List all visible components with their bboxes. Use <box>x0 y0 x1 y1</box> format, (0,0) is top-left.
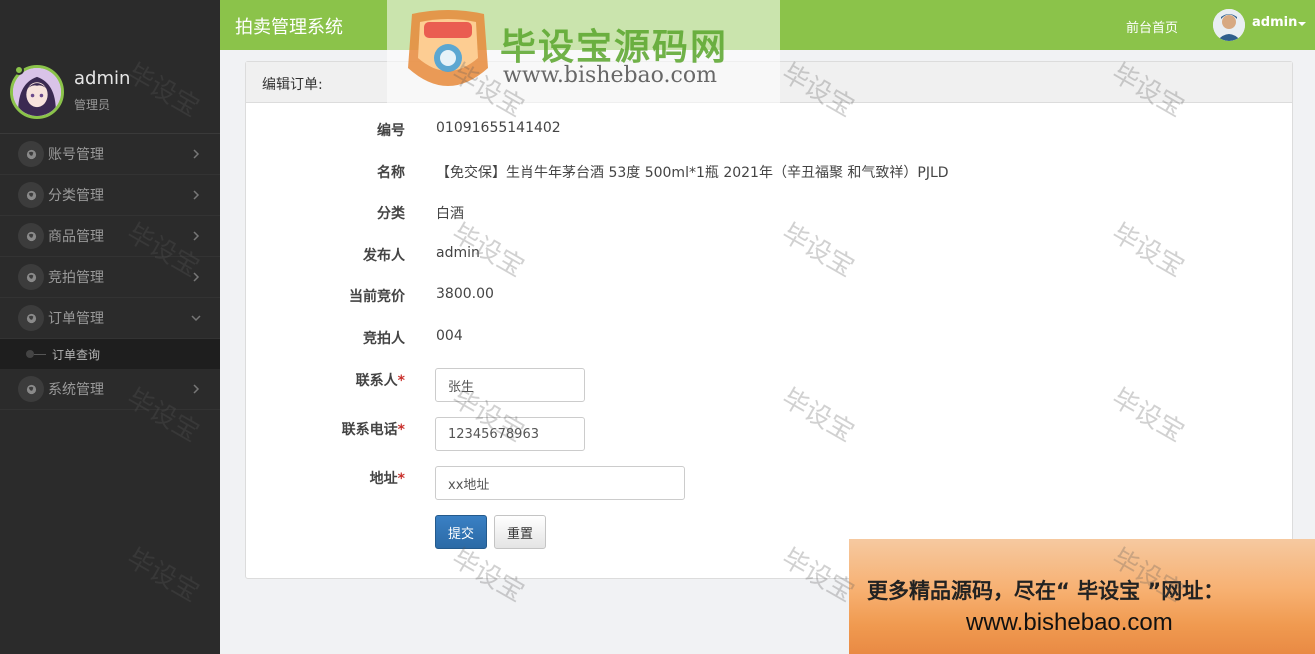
field-label-text: 联系人 <box>355 373 398 389</box>
publisher-value: admin <box>436 245 480 261</box>
sidebar-item-category[interactable]: 分类管理 <box>0 175 220 216</box>
current-price-value: 3800.00 <box>436 286 494 302</box>
product-name-value: 【免交保】生肖牛年茅台酒 53度 500ml*1瓶 2021年（辛丑福聚 和气致… <box>436 165 949 181</box>
frontend-home-link[interactable]: 前台首页 <box>1126 17 1178 36</box>
sidebar-item-label: 系统管理 <box>48 382 104 398</box>
chevron-right-icon <box>193 384 200 394</box>
chevron-down-icon <box>191 315 201 322</box>
top-user-avatar[interactable] <box>1213 9 1245 41</box>
field-label: 发布人 <box>363 248 405 264</box>
field-label: 名称 <box>377 165 405 181</box>
chevron-right-icon <box>193 272 200 282</box>
sidebar-item-system[interactable]: 系统管理 <box>0 369 220 410</box>
chevron-right-icon <box>193 231 200 241</box>
sidebar-nav: 账号管理 分类管理 商品管理 竞拍管理 订单管理 订单查询 系统管理 <box>0 134 220 410</box>
bidder-value: 004 <box>436 328 463 344</box>
globe-icon <box>18 305 44 331</box>
field-label: 联系电话* <box>342 419 405 439</box>
user-avatar-icon <box>1213 9 1245 41</box>
watermark-logo-icon <box>408 10 488 86</box>
contact-input[interactable] <box>435 368 585 402</box>
sidebar-item-auction[interactable]: 竞拍管理 <box>0 257 220 298</box>
field-label: 地址* <box>370 468 405 488</box>
field-label-text: 地址 <box>369 471 398 487</box>
promo-url: www.bishebao.com <box>966 609 1173 636</box>
sidebar-item-label: 分类管理 <box>48 188 104 204</box>
field-label: 当前竞价 <box>349 289 405 305</box>
user-profile: admin 管理员 <box>0 0 220 134</box>
watermark-url-text: www.bishebao.com <box>503 63 717 88</box>
globe-icon <box>18 141 44 167</box>
promo-banner: 更多精品源码，尽在“ 毕设宝 ”网址： www.bishebao.com <box>849 539 1315 654</box>
sidebar-item-label: 竞拍管理 <box>48 270 104 286</box>
top-username[interactable]: admin <box>1252 15 1297 30</box>
promo-text: 更多精品源码，尽在“ 毕设宝 ”网址： <box>867 579 1225 603</box>
anime-avatar-icon <box>13 68 61 116</box>
submit-button[interactable]: 提交 <box>435 515 488 549</box>
field-label-text: 联系电话 <box>341 422 398 438</box>
sidebar-subitem-order-query[interactable]: 订单查询 <box>0 339 220 369</box>
address-input[interactable] <box>435 466 685 500</box>
category-value: 白酒 <box>436 206 464 222</box>
sidebar-item-goods[interactable]: 商品管理 <box>0 216 220 257</box>
chevron-right-icon <box>193 149 200 159</box>
field-label: 竞拍人 <box>363 331 405 347</box>
sidebar-item-account[interactable]: 账号管理 <box>0 134 220 175</box>
globe-icon <box>18 182 44 208</box>
sidebar-item-label: 商品管理 <box>48 229 104 245</box>
sidebar-item-label: 订单管理 <box>48 311 104 327</box>
tree-connector <box>34 354 46 355</box>
phone-input[interactable] <box>435 417 585 451</box>
sidebar: admin 管理员 账号管理 分类管理 商品管理 竞拍管理 订单管理 订单查询 … <box>0 0 220 654</box>
field-label: 编号 <box>377 123 405 139</box>
reset-button[interactable]: 重置 <box>494 515 547 549</box>
caret-down-icon[interactable] <box>1298 22 1306 26</box>
chevron-right-icon <box>193 190 200 200</box>
edit-order-panel: 编辑订单: 编号 01091655141402 名称 【免交保】生肖牛年茅台酒 … <box>245 61 1293 579</box>
field-label: 分类 <box>377 206 405 222</box>
sidebar-item-label: 账号管理 <box>48 147 104 163</box>
field-label: 联系人* <box>356 370 405 390</box>
globe-icon <box>18 223 44 249</box>
required-mark: * <box>397 471 405 487</box>
globe-icon <box>18 264 44 290</box>
bullet-icon <box>26 350 34 358</box>
required-mark: * <box>397 422 405 438</box>
app-title[interactable]: 拍卖管理系统 <box>235 13 343 39</box>
globe-icon <box>18 376 44 402</box>
required-mark: * <box>397 373 405 389</box>
order-id-value: 01091655141402 <box>436 120 561 136</box>
sidebar-subitem-label: 订单查询 <box>52 347 101 362</box>
online-status-dot <box>14 65 24 75</box>
sidebar-item-orders[interactable]: 订单管理 <box>0 298 220 339</box>
profile-role: 管理员 <box>74 98 111 112</box>
profile-name: admin <box>74 68 131 89</box>
